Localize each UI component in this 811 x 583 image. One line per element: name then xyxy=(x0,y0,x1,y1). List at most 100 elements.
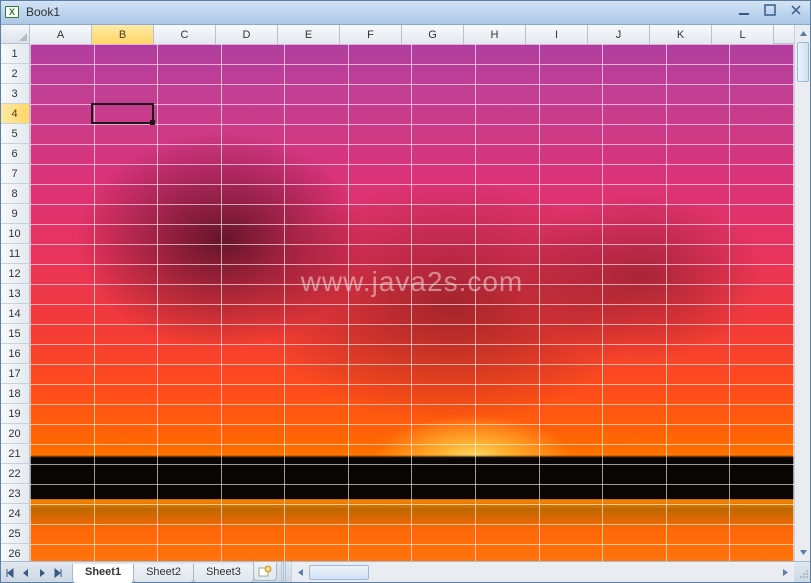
cell[interactable] xyxy=(158,125,222,145)
cell[interactable] xyxy=(412,245,476,265)
cell[interactable] xyxy=(666,65,730,85)
scroll-right-button[interactable] xyxy=(777,562,794,583)
cell[interactable] xyxy=(31,365,95,385)
cell[interactable] xyxy=(285,145,349,165)
row-header[interactable]: 15 xyxy=(0,324,30,344)
scroll-down-button[interactable] xyxy=(795,544,811,561)
cell[interactable] xyxy=(476,425,540,445)
cell[interactable] xyxy=(285,525,349,545)
cells-grid[interactable]: www.java2s.com xyxy=(30,44,794,561)
cell[interactable] xyxy=(539,345,603,365)
cell[interactable] xyxy=(603,345,667,365)
cell[interactable] xyxy=(221,385,285,405)
cell[interactable] xyxy=(412,505,476,525)
row-header[interactable]: 10 xyxy=(0,224,30,244)
cell[interactable] xyxy=(412,465,476,485)
cell[interactable] xyxy=(476,125,540,145)
cell[interactable] xyxy=(539,465,603,485)
cell[interactable] xyxy=(539,305,603,325)
cell[interactable] xyxy=(412,185,476,205)
cell[interactable] xyxy=(666,445,730,465)
cell[interactable] xyxy=(94,345,158,365)
cell[interactable] xyxy=(348,285,412,305)
cell[interactable] xyxy=(603,285,667,305)
row-header[interactable]: 24 xyxy=(0,504,30,524)
cell[interactable] xyxy=(31,465,95,485)
cell[interactable] xyxy=(412,385,476,405)
cell[interactable] xyxy=(476,505,540,525)
cell[interactable] xyxy=(158,385,222,405)
cell[interactable] xyxy=(285,245,349,265)
close-button[interactable] xyxy=(787,3,805,17)
cell[interactable] xyxy=(31,525,95,545)
cell[interactable] xyxy=(285,505,349,525)
column-header[interactable]: B xyxy=(92,25,154,44)
cell[interactable] xyxy=(666,185,730,205)
cell[interactable] xyxy=(31,45,95,65)
cell[interactable] xyxy=(603,45,667,65)
cell[interactable] xyxy=(603,545,667,562)
cell[interactable] xyxy=(666,125,730,145)
cell[interactable] xyxy=(603,85,667,105)
cell[interactable] xyxy=(221,185,285,205)
cell[interactable] xyxy=(158,165,222,185)
cell[interactable] xyxy=(666,325,730,345)
cell[interactable] xyxy=(158,345,222,365)
cell[interactable] xyxy=(158,325,222,345)
cell[interactable] xyxy=(412,105,476,125)
column-header[interactable]: G xyxy=(402,25,464,44)
cell[interactable] xyxy=(666,105,730,125)
cell[interactable] xyxy=(285,125,349,145)
row-header[interactable]: 26 xyxy=(0,544,30,561)
cell[interactable] xyxy=(158,65,222,85)
cell[interactable] xyxy=(285,545,349,562)
cell[interactable] xyxy=(539,445,603,465)
cell[interactable] xyxy=(730,245,794,265)
cell[interactable] xyxy=(285,45,349,65)
select-all-corner[interactable] xyxy=(0,25,30,44)
cell[interactable] xyxy=(476,205,540,225)
cell[interactable] xyxy=(221,505,285,525)
cell[interactable] xyxy=(730,505,794,525)
cell[interactable] xyxy=(158,465,222,485)
cell[interactable] xyxy=(285,85,349,105)
cell[interactable] xyxy=(666,405,730,425)
cell[interactable] xyxy=(94,125,158,145)
cell[interactable] xyxy=(348,85,412,105)
cell[interactable] xyxy=(348,445,412,465)
cell[interactable] xyxy=(730,405,794,425)
cell[interactable] xyxy=(476,305,540,325)
cell[interactable] xyxy=(730,225,794,245)
row-header[interactable]: 19 xyxy=(0,404,30,424)
cell[interactable] xyxy=(158,265,222,285)
cell[interactable] xyxy=(94,145,158,165)
cell[interactable] xyxy=(603,125,667,145)
cell[interactable] xyxy=(158,285,222,305)
cell[interactable] xyxy=(94,545,158,562)
cell[interactable] xyxy=(285,385,349,405)
cell[interactable] xyxy=(285,265,349,285)
row-header[interactable]: 14 xyxy=(0,304,30,324)
cell[interactable] xyxy=(539,85,603,105)
cell[interactable] xyxy=(412,445,476,465)
cell[interactable] xyxy=(158,425,222,445)
cell[interactable] xyxy=(94,525,158,545)
cell[interactable] xyxy=(221,265,285,285)
column-header[interactable]: D xyxy=(216,25,278,44)
cell[interactable] xyxy=(348,465,412,485)
cell[interactable] xyxy=(412,485,476,505)
tab-splitter[interactable] xyxy=(281,562,287,583)
cell[interactable] xyxy=(221,545,285,562)
cell[interactable] xyxy=(348,65,412,85)
cell[interactable] xyxy=(285,405,349,425)
cell[interactable] xyxy=(94,205,158,225)
vscroll-track[interactable] xyxy=(795,42,811,544)
row-header[interactable]: 23 xyxy=(0,484,30,504)
cell[interactable] xyxy=(285,105,349,125)
cell[interactable] xyxy=(476,185,540,205)
row-header[interactable]: 11 xyxy=(0,244,30,264)
cell[interactable] xyxy=(476,265,540,285)
cell[interactable] xyxy=(666,425,730,445)
cell[interactable] xyxy=(94,65,158,85)
cell[interactable] xyxy=(730,365,794,385)
